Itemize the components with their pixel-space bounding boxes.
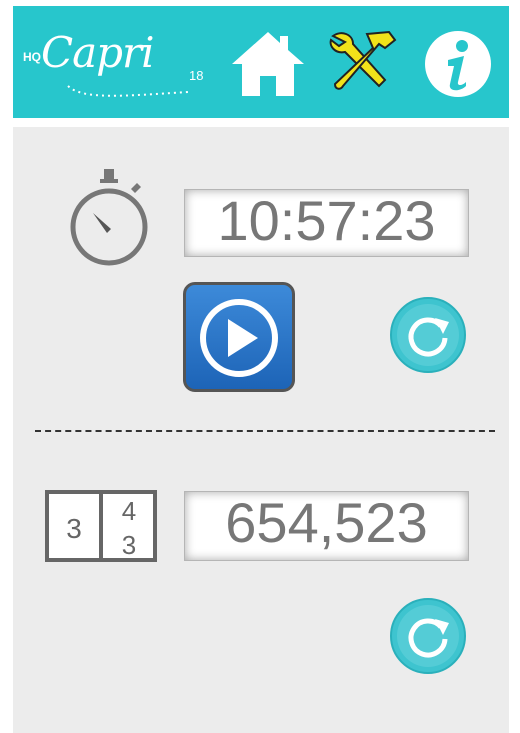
home-icon [232,32,304,96]
main-panel: 10:57:23 3 4 3 654,523 [13,127,509,733]
counter-icon-digit-top: 4 [122,496,136,526]
stitch-counter-icon: 3 4 3 [45,490,157,562]
counter-reset-button[interactable] [389,597,467,675]
refresh-icon [390,598,466,674]
info-button[interactable] [418,28,498,100]
tools-button[interactable] [323,28,403,100]
play-icon [200,299,278,377]
tools-icon [329,30,397,90]
counter-display: 654,523 [184,491,469,561]
refresh-icon [390,297,466,373]
logo-prefix: HQ [23,50,41,64]
app-header: HQ Capri 18 [13,6,509,118]
timer-reset-button[interactable] [389,296,467,374]
logo-dotted-swirl [67,85,189,97]
capri-logo: HQ Capri 18 [23,20,223,100]
info-icon [425,31,491,97]
section-divider [35,430,495,432]
home-button[interactable] [228,28,308,100]
counter-icon-digit-left: 3 [66,513,82,544]
timer-display: 10:57:23 [184,189,469,257]
stopwatch-icon [70,169,148,266]
play-button[interactable] [183,282,295,392]
counter-icon-digit-bottom: 3 [122,530,136,560]
logo-name: Capri [41,28,155,77]
